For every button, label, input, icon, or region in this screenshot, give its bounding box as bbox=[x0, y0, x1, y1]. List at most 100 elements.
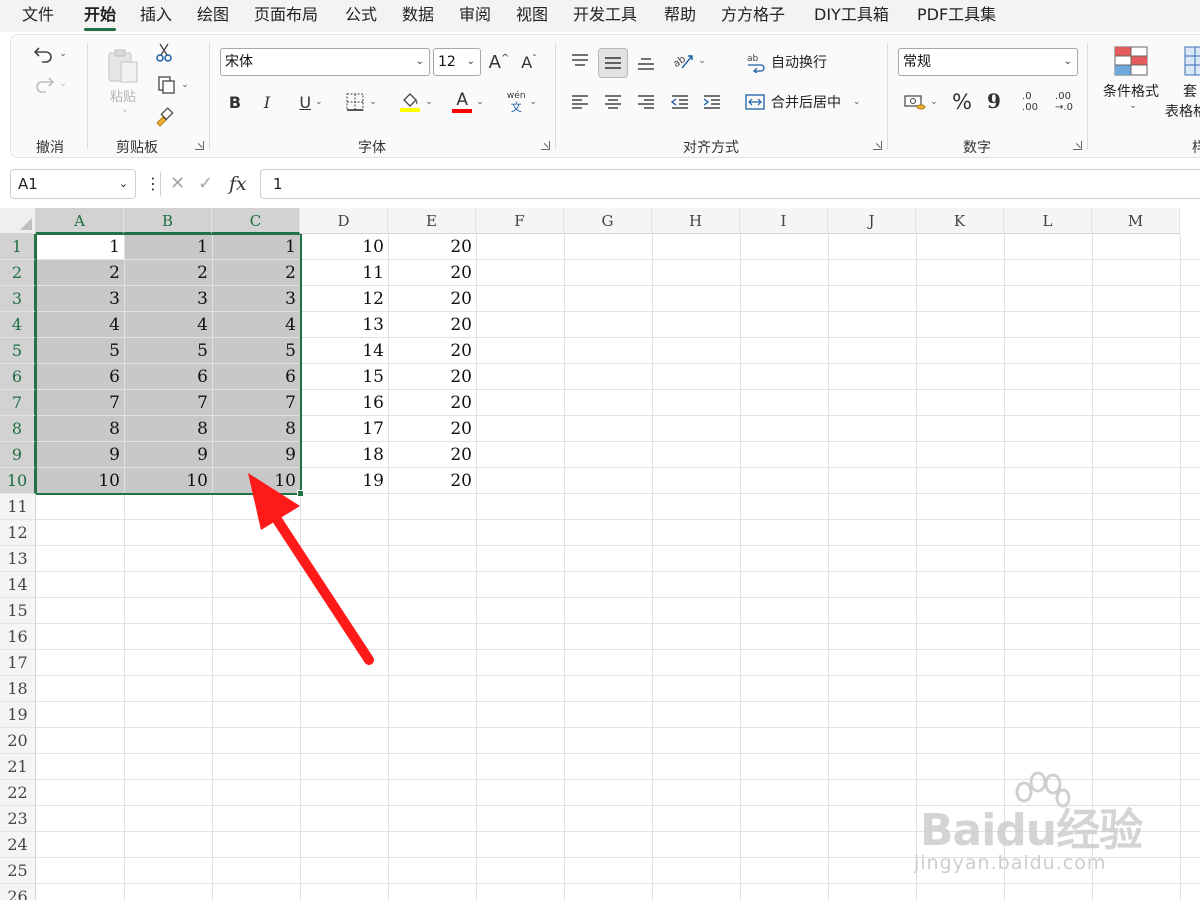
cell-e9[interactable]: 20 bbox=[388, 442, 476, 468]
column-header-l[interactable]: L bbox=[1004, 208, 1092, 234]
increase-font-button[interactable]: A^ bbox=[487, 48, 511, 76]
row-header-23[interactable]: 23 bbox=[0, 806, 36, 832]
menu-fangfang[interactable]: 方方格子 bbox=[721, 0, 785, 32]
menu-data[interactable]: 数据 bbox=[402, 0, 434, 32]
clipboard-launcher-icon[interactable] bbox=[195, 141, 204, 150]
fill-handle[interactable] bbox=[297, 490, 304, 497]
column-header-e[interactable]: E bbox=[388, 208, 476, 234]
row-header-4[interactable]: 4 bbox=[0, 312, 36, 338]
fill-color-button[interactable]: ⌄ bbox=[395, 89, 437, 115]
menu-draw[interactable]: 绘图 bbox=[197, 0, 229, 32]
cell-d3[interactable]: 12 bbox=[300, 286, 388, 312]
menu-file[interactable]: 文件 bbox=[22, 0, 54, 32]
menu-diy-toolbox[interactable]: DIY工具箱 bbox=[814, 0, 889, 32]
cell-d9[interactable]: 18 bbox=[300, 442, 388, 468]
row-header-2[interactable]: 2 bbox=[0, 260, 36, 286]
font-name-select[interactable]: 宋体 ⌄ bbox=[220, 48, 430, 76]
format-as-table-button[interactable]: 套 表格格 bbox=[1165, 45, 1200, 125]
row-header-25[interactable]: 25 bbox=[0, 858, 36, 884]
row-header-15[interactable]: 15 bbox=[0, 598, 36, 624]
cell-e4[interactable]: 20 bbox=[388, 312, 476, 338]
row-header-6[interactable]: 6 bbox=[0, 364, 36, 390]
orientation-button[interactable]: ab ⌄ bbox=[667, 48, 711, 74]
font-color-button[interactable]: A ⌄ bbox=[447, 89, 489, 115]
decrease-indent-button[interactable] bbox=[667, 89, 693, 115]
enter-check-icon[interactable]: ✓ bbox=[198, 170, 213, 198]
borders-button[interactable]: ⌄ bbox=[339, 89, 383, 115]
row-header-7[interactable]: 7 bbox=[0, 390, 36, 416]
row-header-10[interactable]: 10 bbox=[0, 468, 36, 494]
cell-d7[interactable]: 16 bbox=[300, 390, 388, 416]
row-header-5[interactable]: 5 bbox=[0, 338, 36, 364]
cell-e5[interactable]: 20 bbox=[388, 338, 476, 364]
decrease-decimal-button[interactable]: .00 →.0 bbox=[1049, 87, 1079, 117]
select-all-button[interactable] bbox=[0, 208, 36, 234]
cell-e6[interactable]: 20 bbox=[388, 364, 476, 390]
name-box[interactable]: A1 ⌄ bbox=[10, 169, 136, 199]
align-top-button[interactable] bbox=[567, 48, 593, 74]
row-header-17[interactable]: 17 bbox=[0, 650, 36, 676]
menu-developer[interactable]: 开发工具 bbox=[573, 0, 637, 32]
row-header-18[interactable]: 18 bbox=[0, 676, 36, 702]
row-header-11[interactable]: 11 bbox=[0, 494, 36, 520]
row-header-26[interactable]: 26 bbox=[0, 884, 36, 900]
conditional-format-button[interactable]: 条件格式 ⌄ bbox=[1097, 45, 1165, 125]
wrap-text-button[interactable]: ab 自动换行 bbox=[745, 49, 835, 75]
row-header-12[interactable]: 12 bbox=[0, 520, 36, 546]
cell-e8[interactable]: 20 bbox=[388, 416, 476, 442]
column-header-d[interactable]: D bbox=[300, 208, 388, 234]
cell-e7[interactable]: 20 bbox=[388, 390, 476, 416]
underline-button[interactable]: U ⌄ bbox=[287, 89, 335, 115]
percent-style-button[interactable]: % bbox=[949, 89, 975, 115]
decrease-font-button[interactable]: Aˇ bbox=[517, 48, 541, 76]
font-launcher-icon[interactable] bbox=[541, 141, 550, 150]
number-launcher-icon[interactable] bbox=[1073, 141, 1082, 150]
row-header-19[interactable]: 19 bbox=[0, 702, 36, 728]
alignment-launcher-icon[interactable] bbox=[873, 141, 882, 150]
column-header-j[interactable]: J bbox=[828, 208, 916, 234]
menu-pdf-tools[interactable]: PDF工具集 bbox=[917, 0, 996, 32]
phonetic-guide-button[interactable]: wén 文 ⌄ bbox=[501, 87, 543, 117]
column-header-g[interactable]: G bbox=[564, 208, 652, 234]
number-format-select[interactable]: 常规 ⌄ bbox=[898, 48, 1078, 76]
row-header-24[interactable]: 24 bbox=[0, 832, 36, 858]
cell-d2[interactable]: 11 bbox=[300, 260, 388, 286]
insert-function-icon[interactable]: fx bbox=[229, 170, 247, 198]
menu-formulas[interactable]: 公式 bbox=[345, 0, 377, 32]
column-header-h[interactable]: H bbox=[652, 208, 740, 234]
merge-center-button[interactable]: 合并后居中 ⌄ bbox=[745, 89, 875, 115]
font-size-select[interactable]: 12 ⌄ bbox=[433, 48, 481, 76]
comma-style-button[interactable]: 9 bbox=[981, 87, 1007, 115]
align-left-button[interactable] bbox=[567, 89, 593, 115]
cell-d10[interactable]: 19 bbox=[300, 468, 388, 494]
increase-indent-button[interactable] bbox=[699, 89, 725, 115]
align-middle-button[interactable] bbox=[598, 48, 628, 78]
column-header-i[interactable]: I bbox=[740, 208, 828, 234]
cell-e2[interactable]: 20 bbox=[388, 260, 476, 286]
column-header-k[interactable]: K bbox=[916, 208, 1004, 234]
row-header-13[interactable]: 13 bbox=[0, 546, 36, 572]
align-right-button[interactable] bbox=[633, 89, 659, 115]
cell-e1[interactable]: 20 bbox=[388, 234, 476, 260]
cancel-icon[interactable]: ✕ bbox=[170, 170, 185, 198]
row-header-22[interactable]: 22 bbox=[0, 780, 36, 806]
more-options-icon[interactable]: ⋮ bbox=[145, 170, 161, 198]
column-header-b[interactable]: B bbox=[124, 208, 212, 234]
cell-d5[interactable]: 14 bbox=[300, 338, 388, 364]
redo-button[interactable]: ⌄ bbox=[27, 71, 73, 97]
undo-button[interactable]: ⌄ bbox=[27, 41, 73, 67]
row-header-21[interactable]: 21 bbox=[0, 754, 36, 780]
accounting-format-button[interactable]: ⌄ bbox=[899, 89, 943, 115]
bold-button[interactable]: B bbox=[223, 89, 247, 115]
row-header-1[interactable]: 1 bbox=[0, 234, 36, 260]
copy-button[interactable]: ⌄ bbox=[151, 73, 195, 97]
row-header-3[interactable]: 3 bbox=[0, 286, 36, 312]
column-header-f[interactable]: F bbox=[476, 208, 564, 234]
menu-page-layout[interactable]: 页面布局 bbox=[254, 0, 318, 32]
cell-d4[interactable]: 13 bbox=[300, 312, 388, 338]
menu-insert[interactable]: 插入 bbox=[140, 0, 172, 32]
increase-decimal-button[interactable]: .0 .00 bbox=[1015, 87, 1045, 117]
align-bottom-button[interactable] bbox=[633, 50, 659, 76]
menu-help[interactable]: 帮助 bbox=[664, 0, 696, 32]
column-header-a[interactable]: A bbox=[36, 208, 124, 234]
